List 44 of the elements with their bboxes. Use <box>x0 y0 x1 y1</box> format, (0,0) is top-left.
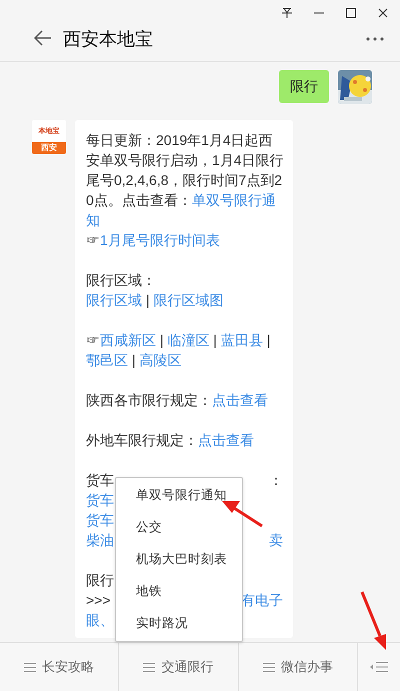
menu-icon <box>262 662 275 672</box>
text-link[interactable]: 知 <box>86 212 100 228</box>
text-link[interactable]: 眼、 <box>86 612 114 628</box>
logo-city: 西安 <box>32 142 66 154</box>
menu-tab[interactable]: 长安攻略 <box>0 643 120 691</box>
message-text: 限行 <box>86 572 114 588</box>
text-link[interactable]: 高陵区 <box>139 352 182 368</box>
text-link[interactable]: 点击查看 <box>212 392 268 408</box>
message-text: 限行区域： 限行区域 | 限行区域图 <box>86 271 224 310</box>
message-text: 每日更新：2019年1月4日起西 安单双号限行启动，1月4日限行 尾号0,2,4,6,8，限行时间7点到2 0点。点击查看：单双号限行通 知 ☞1月尾号限行时间表 <box>86 131 283 250</box>
menu-item[interactable]: 机场大巴时刻表 <box>116 543 242 576</box>
text-link[interactable]: 点击查看 <box>198 432 254 448</box>
message-text: 外地车限行规定：点击查看 <box>86 431 255 450</box>
menu-item[interactable]: 单双号限行通知 <box>116 479 242 512</box>
text-link[interactable]: 卖 <box>269 532 283 548</box>
back-icon[interactable] <box>34 30 54 48</box>
text-link[interactable]: 货车 <box>86 492 114 508</box>
text-link[interactable]: 1月尾号限行时间表 <box>100 232 220 248</box>
menu-toggle-icon <box>370 662 388 672</box>
text-link[interactable]: 蓝田县 <box>220 332 263 348</box>
annotation-arrow <box>360 591 386 650</box>
menu-tab[interactable]: 微信办事 <box>238 643 358 691</box>
message-text: 陕西各市限行规定：点击查看 <box>86 391 269 410</box>
annotation-arrow <box>222 501 263 528</box>
text-link[interactable]: 限行区域 <box>86 292 142 308</box>
message-text: >>> <box>86 592 111 608</box>
text-link[interactable]: 货车 <box>86 512 114 528</box>
menu-tab[interactable]: 交通限行 <box>119 643 239 691</box>
text-link[interactable]: 西咸新区 <box>100 332 156 348</box>
chat-title: 西安本地宝 <box>63 28 154 50</box>
message-text: ☞西咸新区 | 临潼区 | 蓝田县 | 鄠邑区 | 高陵区 <box>86 331 272 370</box>
text-link[interactable]: 限行区域图 <box>153 292 224 308</box>
menu-item[interactable]: 实时路况 <box>116 608 242 640</box>
message-bubble: 限行 <box>279 70 329 103</box>
message-text: 货车 <box>86 472 114 488</box>
menu-item[interactable]: 公交 <box>116 511 242 544</box>
text-link[interactable]: 临潼区 <box>167 332 210 348</box>
menu-item[interactable]: 地铁 <box>116 576 242 608</box>
menu-icon <box>24 662 36 672</box>
text-link[interactable]: 单双号限行通 <box>192 192 276 208</box>
text-link[interactable]: 鄠邑区 <box>86 352 128 368</box>
message-text: ： <box>269 472 283 488</box>
text-link[interactable]: 柴油 <box>86 532 114 548</box>
menu-icon <box>143 662 156 672</box>
